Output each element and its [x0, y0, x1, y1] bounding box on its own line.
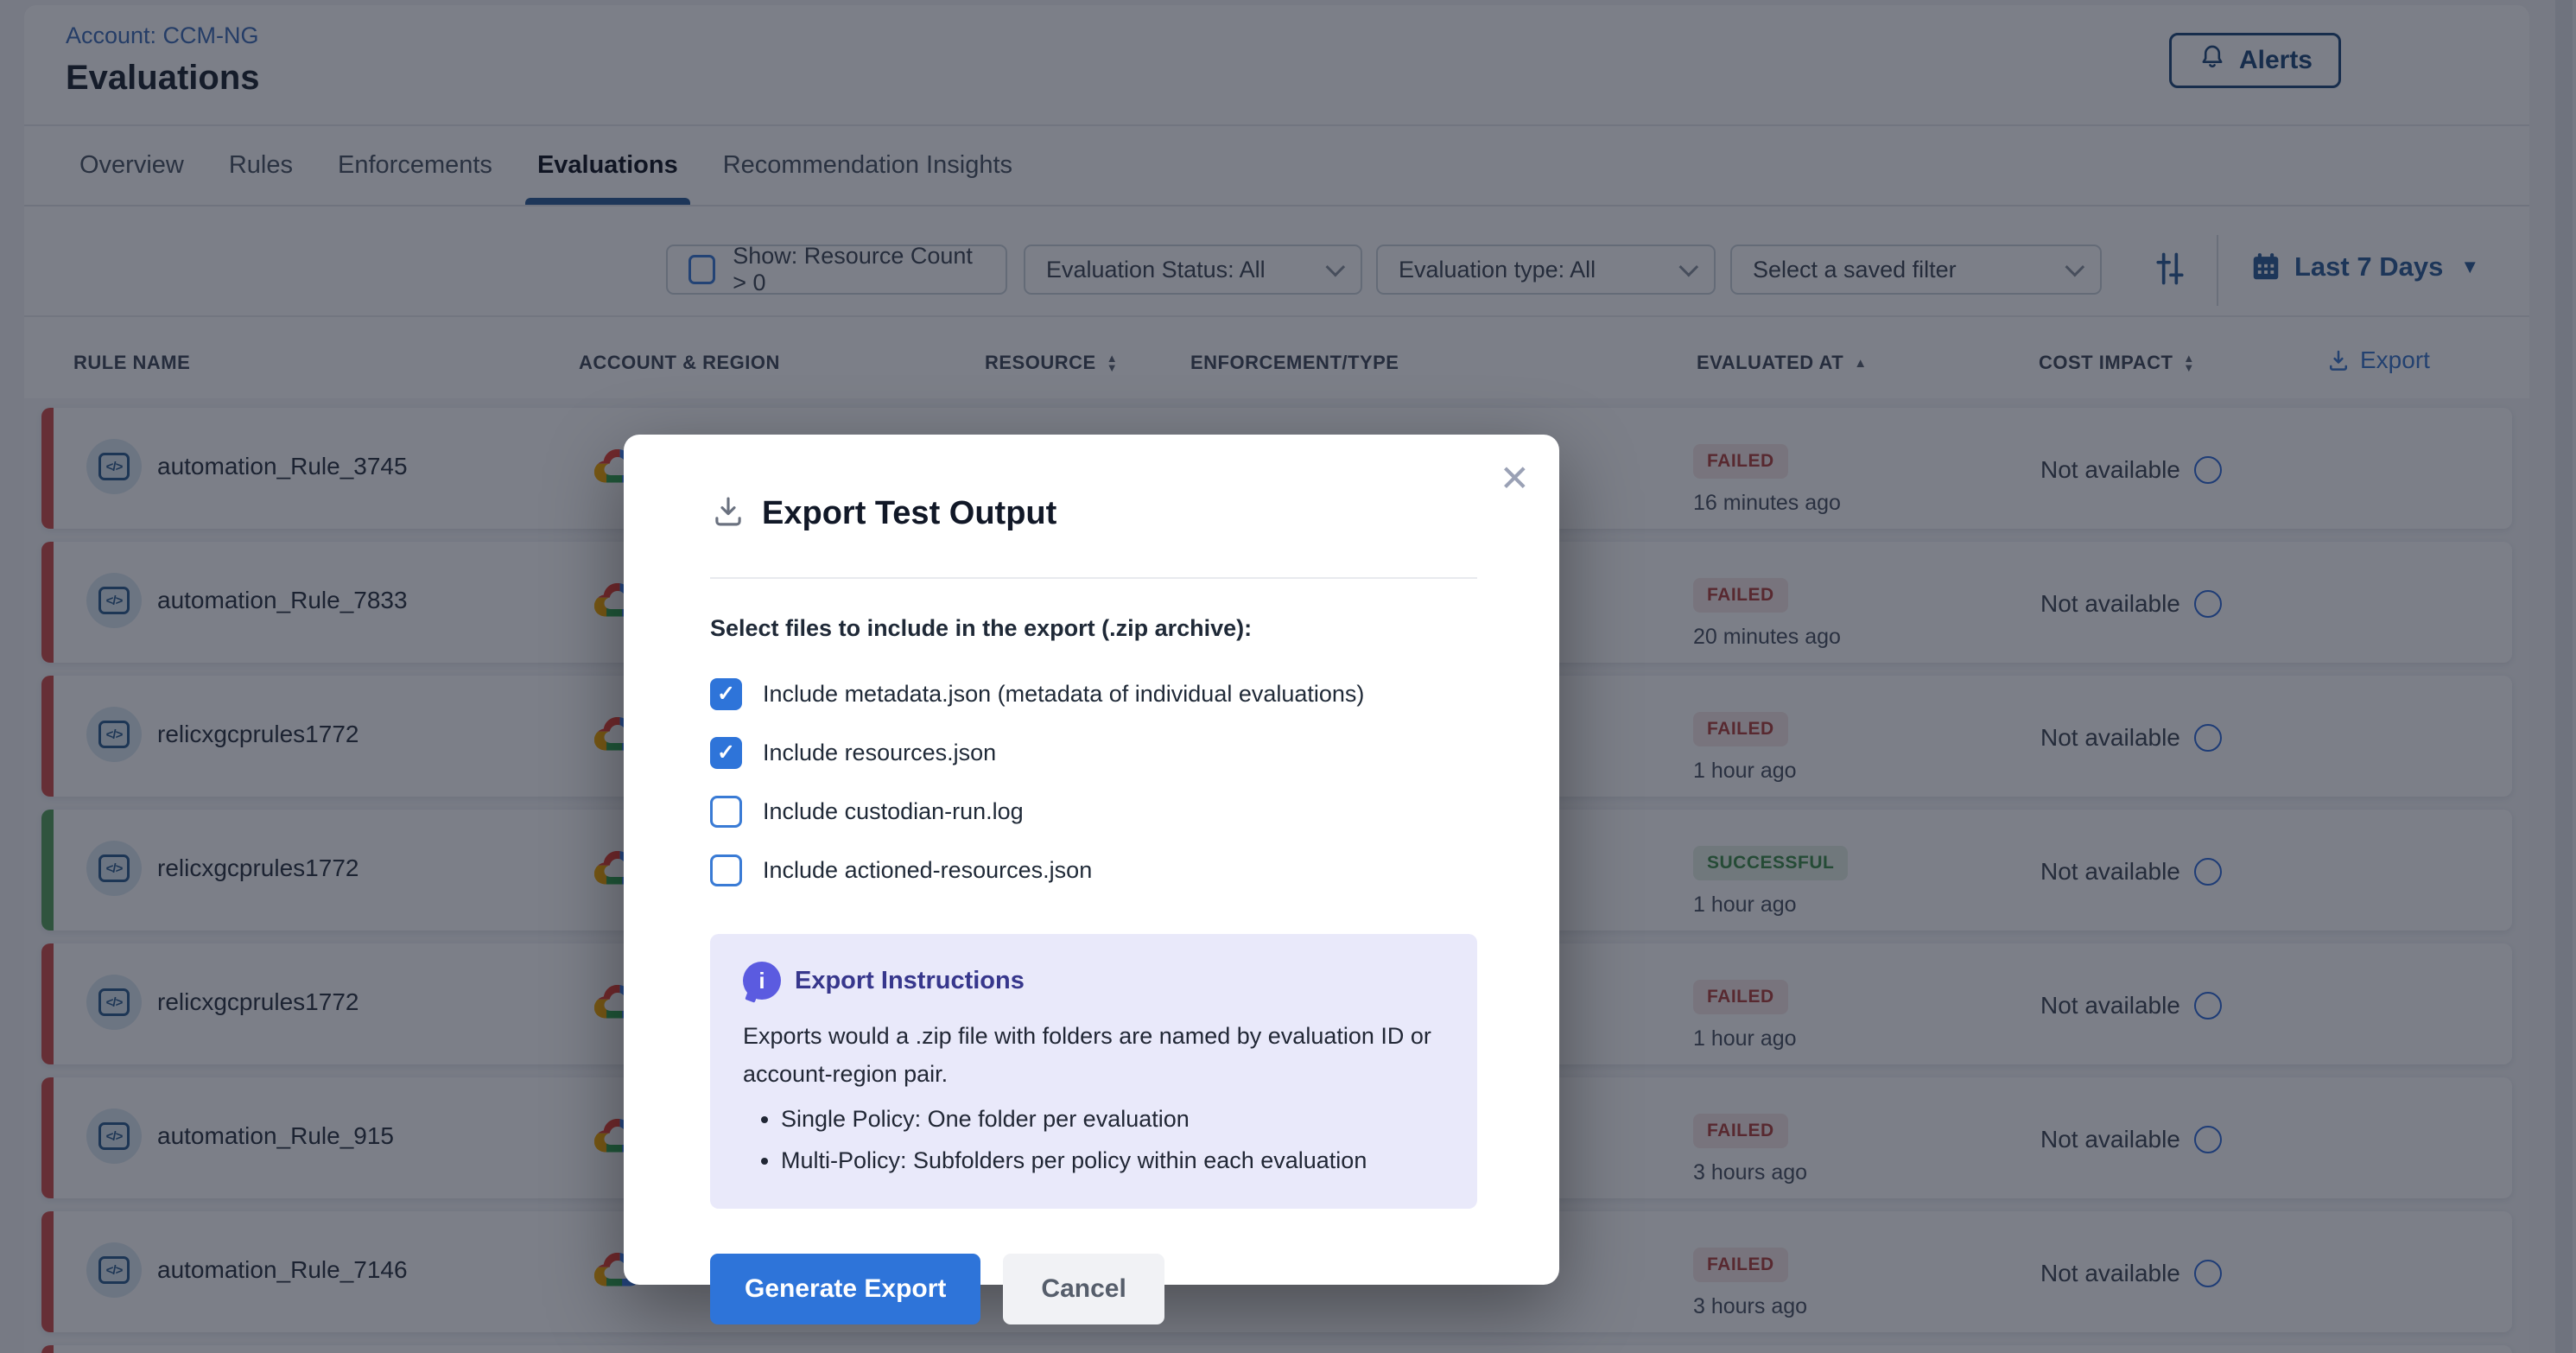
instruction-bullet: Single Policy: One folder per evaluation [781, 1100, 1444, 1138]
evaluations-page: Account: CCM-NG Evaluations Alerts Overv… [0, 0, 2576, 1353]
instructions-title: Export Instructions [795, 967, 1025, 995]
instructions-header: i Export Instructions [743, 962, 1444, 1000]
option-label: Include metadata.json (metadata of indiv… [763, 681, 1364, 708]
cancel-button[interactable]: Cancel [1003, 1254, 1164, 1324]
instruction-bullet: Multi-Policy: Subfolders per policy with… [781, 1141, 1444, 1179]
export-option[interactable]: ✓ Include metadata.json (metadata of ind… [710, 664, 1477, 723]
export-option[interactable]: ✓ Include resources.json [710, 723, 1477, 782]
export-test-output-modal: ✕ Export Test Output Select files to inc… [624, 435, 1559, 1285]
option-checkbox[interactable]: ✓ [710, 737, 742, 769]
export-option[interactable]: Include custodian-run.log [710, 782, 1477, 841]
option-checkbox[interactable]: ✓ [710, 678, 742, 710]
download-icon [710, 493, 746, 534]
modal-title: Export Test Output [762, 495, 1056, 532]
generate-export-button[interactable]: Generate Export [710, 1254, 980, 1324]
option-label: Include resources.json [763, 740, 996, 766]
instructions-bullets: Single Policy: One folder per evaluation… [743, 1100, 1444, 1179]
file-select-label: Select files to include in the export (.… [710, 615, 1477, 642]
export-option[interactable]: Include actioned-resources.json [710, 841, 1477, 899]
info-bubble-icon: i [743, 962, 781, 1000]
export-instructions-panel: i Export Instructions Exports would a .z… [710, 934, 1477, 1209]
option-label: Include actioned-resources.json [763, 857, 1092, 884]
option-label: Include custodian-run.log [763, 798, 1024, 825]
option-checkbox[interactable] [710, 796, 742, 828]
modal-title-row: Export Test Output [710, 493, 1477, 534]
option-checkbox[interactable] [710, 854, 742, 886]
close-icon[interactable]: ✕ [1500, 457, 1530, 499]
export-options-list: ✓ Include metadata.json (metadata of ind… [710, 664, 1477, 899]
modal-divider [710, 577, 1477, 579]
modal-actions: Generate Export Cancel [710, 1254, 1477, 1324]
instructions-body: Exports would a .zip file with folders a… [743, 1017, 1444, 1093]
